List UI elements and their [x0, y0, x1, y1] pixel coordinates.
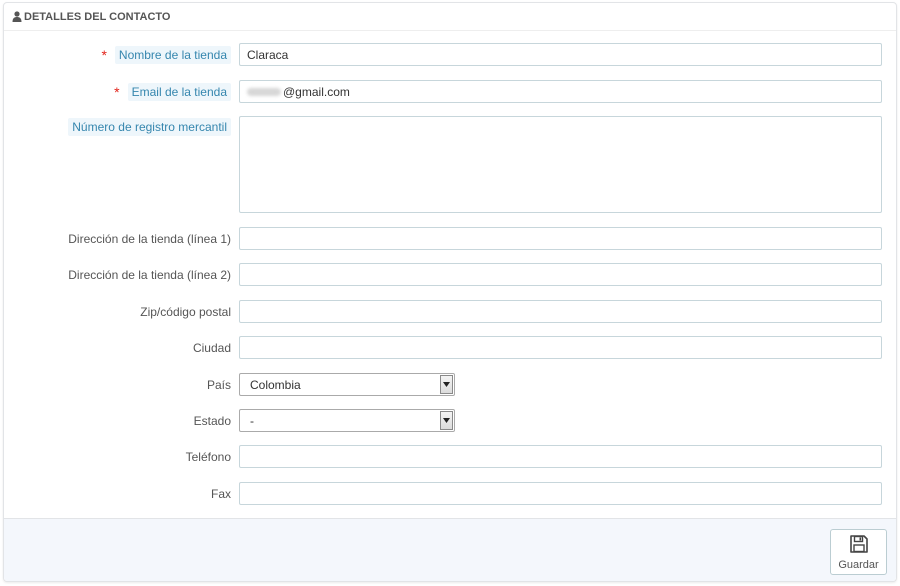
shop-email-label: * Email de la tienda	[114, 80, 231, 103]
city-label: Ciudad	[192, 340, 231, 355]
shop-name-label-text[interactable]: Nombre de la tienda	[114, 45, 231, 64]
state-select[interactable]: -	[239, 409, 455, 432]
fax-input[interactable]	[239, 482, 882, 505]
shop-email-value: @gmail.com	[283, 84, 350, 99]
country-select[interactable]: Colombia	[239, 373, 455, 396]
shop-name-value: Claraca	[247, 47, 289, 62]
blurred-email-user	[247, 87, 281, 96]
registration-number-textarea[interactable]	[239, 116, 882, 213]
address1-label: Dirección de la tienda (línea 1)	[68, 231, 231, 246]
address2-label: Dirección de la tienda (línea 2)	[68, 267, 231, 282]
address2-input[interactable]	[239, 263, 882, 286]
required-marker: *	[101, 46, 107, 63]
user-icon	[12, 11, 22, 22]
country-label: País	[206, 377, 231, 392]
fax-label: Fax	[210, 486, 231, 501]
required-marker: *	[114, 83, 120, 100]
contact-details-panel: DETALLES DEL CONTACTO * Nombre de la tie…	[3, 2, 897, 582]
state-selected-value: -	[250, 413, 254, 428]
save-button-label: Guardar	[838, 558, 879, 571]
panel-heading: DETALLES DEL CONTACTO	[4, 3, 896, 31]
save-button[interactable]: Guardar	[830, 529, 887, 575]
shop-name-label: * Nombre de la tienda	[101, 43, 231, 66]
floppy-disk-icon	[849, 534, 869, 557]
address1-input[interactable]	[239, 227, 882, 250]
dropdown-arrow-icon[interactable]	[440, 411, 453, 430]
dropdown-arrow-icon[interactable]	[440, 375, 453, 394]
country-selected-value: Colombia	[250, 377, 301, 392]
shop-email-label-text[interactable]: Email de la tienda	[127, 82, 231, 101]
state-label: Estado	[193, 413, 231, 428]
shop-email-input[interactable]: @gmail.com	[239, 80, 882, 103]
panel-footer: Guardar	[4, 518, 896, 581]
registration-number-label: Número de registro mercantil	[68, 116, 231, 137]
registration-number-label-text[interactable]: Número de registro mercantil	[68, 117, 231, 136]
zip-label: Zip/código postal	[140, 304, 231, 319]
zip-input[interactable]	[239, 300, 882, 323]
phone-input[interactable]	[239, 445, 882, 468]
phone-label: Teléfono	[185, 449, 231, 464]
shop-name-input[interactable]: Claraca	[239, 43, 882, 66]
city-input[interactable]	[239, 336, 882, 359]
panel-title: DETALLES DEL CONTACTO	[24, 10, 171, 23]
